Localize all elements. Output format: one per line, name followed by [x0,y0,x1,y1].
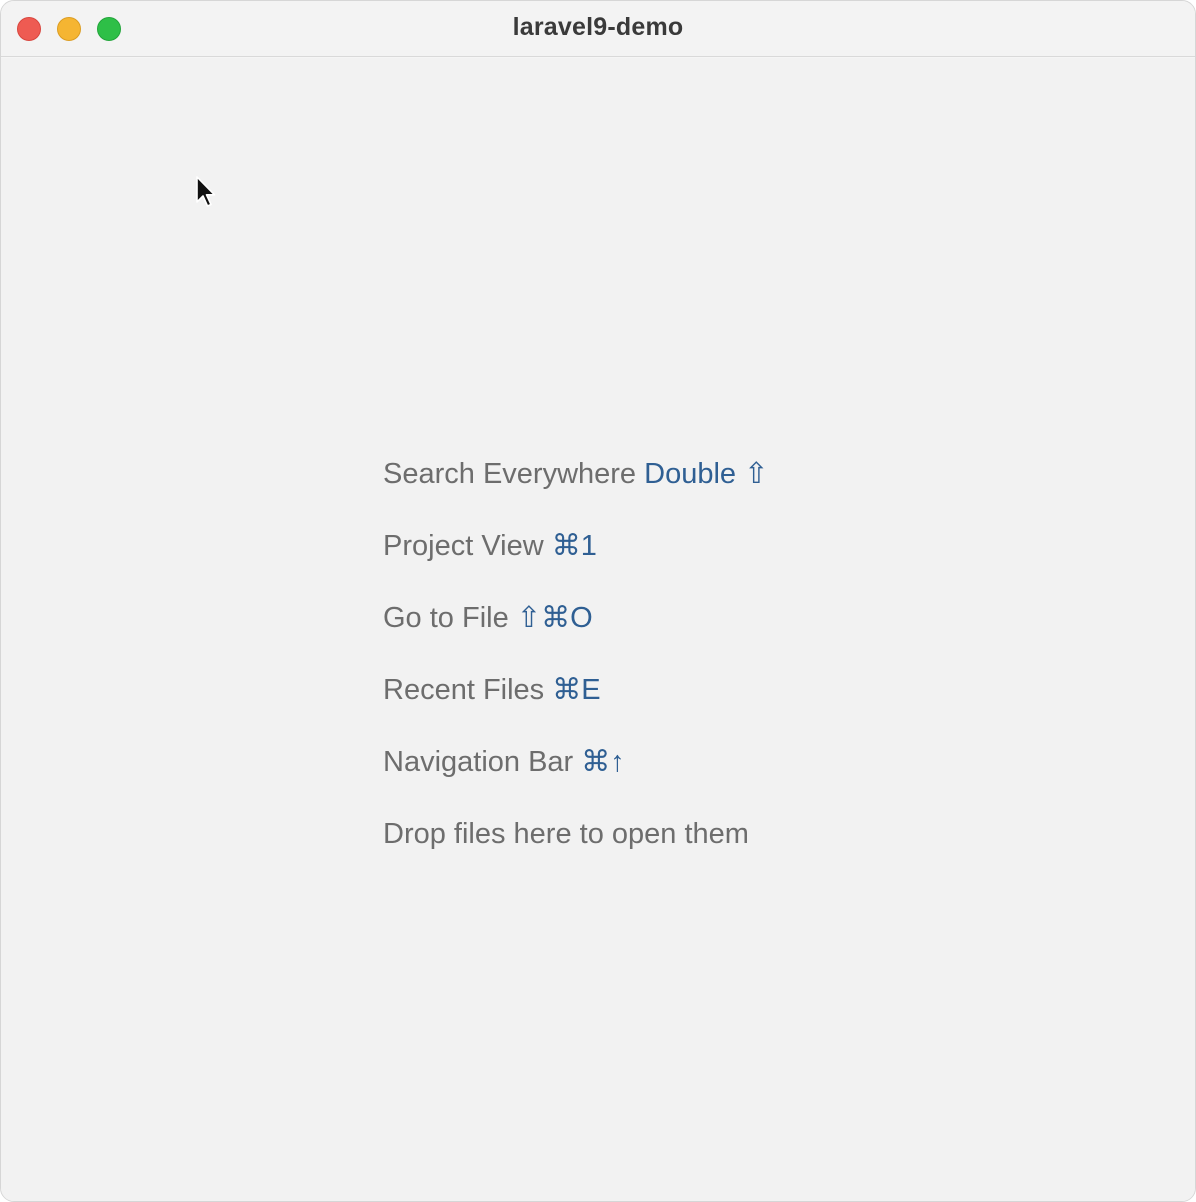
hint-shortcut: ⌘E [552,674,601,706]
mouse-pointer-icon [196,176,216,207]
hint-label: Project View [383,530,544,562]
hint-label: Navigation Bar [383,746,574,778]
hint-label: Go to File [383,602,509,634]
hint-shortcut: ⌘↑ [581,746,625,778]
hint-shortcut: ⇧⌘O [516,602,593,634]
hint-shortcut: ⌘1 [551,530,597,562]
hint-go-to-file: Go to File ⇧⌘O [383,598,768,670]
hint-navigation-bar: Navigation Bar ⌘↑ [383,742,768,814]
window-title: laravel9-demo [512,13,684,41]
editor-hints-list: Search Everywhere Double ⇧ Project View … [383,454,768,886]
empty-editor-area[interactable]: Search Everywhere Double ⇧ Project View … [1,58,1195,1201]
title-bar[interactable]: laravel9-demo [1,1,1195,57]
hint-label: Search Everywhere [383,458,637,490]
hint-label: Recent Files [383,674,545,706]
hint-label: Drop files here to open them [383,818,749,850]
hint-recent-files: Recent Files ⌘E [383,670,768,742]
hint-drop-files: Drop files here to open them [383,814,768,886]
hint-shortcut: Double ⇧ [644,458,769,490]
ide-window: laravel9-demo Search Everywhere Double ⇧… [0,0,1196,1202]
hint-search-everywhere: Search Everywhere Double ⇧ [383,454,768,526]
hint-project-view: Project View ⌘1 [383,526,768,598]
